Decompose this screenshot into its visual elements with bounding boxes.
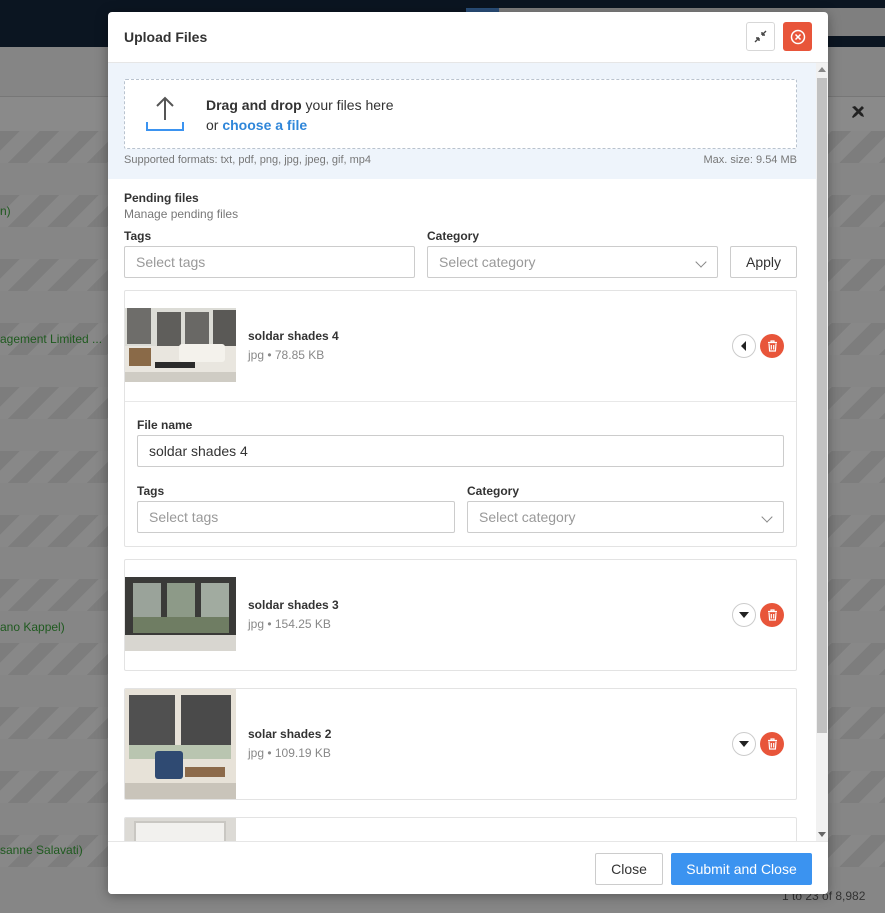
close-modal-button[interactable]	[783, 22, 812, 51]
modal-header: Upload Files	[108, 12, 828, 63]
file-meta: jpg • 109.19 KB	[248, 746, 331, 760]
file-name-label: File name	[137, 418, 193, 432]
background-link: n)	[0, 204, 11, 218]
trash-icon	[767, 340, 777, 352]
file-detail-panel: File name soldar shades 4 Tags Select ta…	[125, 401, 796, 546]
file-card: soldar shades 3 jpg • 154.25 KB	[124, 559, 797, 671]
apply-button[interactable]: Apply	[730, 246, 797, 278]
dropzone-choose-line: or choose a file	[206, 117, 308, 133]
upload-area: Drag and drop your files here or choose …	[108, 63, 816, 179]
scroll-down-arrow-icon[interactable]	[818, 832, 826, 837]
delete-file-button[interactable]	[760, 334, 784, 358]
file-category-label: Category	[467, 484, 520, 498]
trash-icon	[767, 738, 777, 750]
file-category-placeholder: Select category	[479, 509, 576, 525]
background-link: ano Kappel)	[0, 620, 65, 634]
chevron-down-icon	[695, 256, 707, 268]
bulk-tags-label: Tags	[124, 229, 152, 243]
pending-files-title: Pending files	[124, 191, 199, 205]
minimize-button[interactable]	[746, 22, 775, 51]
bulk-category-label: Category	[427, 229, 480, 243]
submit-and-close-button[interactable]: Submit and Close	[671, 853, 812, 885]
background-link: agement Limited ...	[0, 332, 103, 346]
pending-files-subtitle: Manage pending files	[124, 207, 239, 221]
file-card	[124, 817, 797, 841]
tools-icon	[850, 104, 866, 125]
file-name: solar shades 2	[248, 727, 332, 741]
file-category-select[interactable]: Select category	[467, 501, 784, 533]
delete-file-button[interactable]	[760, 732, 784, 756]
trash-icon	[767, 609, 777, 621]
bulk-category-select[interactable]: Select category	[427, 246, 718, 278]
file-name: soldar shades 4	[248, 329, 339, 343]
file-thumbnail	[125, 818, 236, 841]
file-name-input[interactable]: soldar shades 4	[137, 435, 784, 467]
file-name: soldar shades 3	[248, 598, 339, 612]
file-thumbnail	[125, 689, 236, 799]
file-tags-input[interactable]: Select tags	[137, 501, 455, 533]
expand-toggle-button[interactable]	[732, 732, 756, 756]
dropzone[interactable]: Drag and drop your files here or choose …	[124, 79, 797, 149]
file-thumbnail	[125, 577, 236, 651]
choose-file-link[interactable]: choose a file	[222, 117, 307, 133]
file-thumbnail	[125, 308, 236, 382]
file-meta: jpg • 78.85 KB	[248, 348, 325, 362]
file-card: solar shades 2 jpg • 109.19 KB	[124, 688, 797, 800]
delete-file-button[interactable]	[760, 603, 784, 627]
upload-files-modal: Upload Files Drag and drop your files he…	[108, 12, 828, 894]
scrollbar-thumb[interactable]	[817, 78, 827, 733]
caret-left-icon	[741, 341, 746, 351]
close-circle-icon	[790, 29, 805, 44]
close-button[interactable]: Close	[595, 853, 663, 885]
caret-down-icon	[739, 612, 749, 618]
collapse-toggle-button[interactable]	[732, 334, 756, 358]
bulk-category-placeholder: Select category	[439, 254, 536, 270]
expand-toggle-button[interactable]	[732, 603, 756, 627]
file-card: soldar shades 4 jpg • 78.85 KB File name…	[124, 290, 797, 547]
supported-formats: Supported formats: txt, pdf, png, jpg, j…	[124, 154, 372, 166]
chevron-down-icon	[761, 511, 773, 523]
dropzone-text: Drag and drop your files here	[206, 97, 394, 113]
bulk-tags-input[interactable]: Select tags	[124, 246, 415, 278]
modal-body: Drag and drop your files here or choose …	[108, 63, 828, 841]
modal-title: Upload Files	[124, 29, 208, 45]
upload-icon	[146, 96, 184, 131]
minimize-icon	[754, 30, 767, 43]
file-tags-label: Tags	[137, 484, 165, 498]
caret-down-icon	[739, 741, 749, 747]
modal-footer: Close Submit and Close	[108, 841, 828, 894]
modal-scrollbar[interactable]	[816, 63, 828, 841]
file-meta: jpg • 154.25 KB	[248, 617, 331, 631]
max-size: Max. size: 9.54 MB	[703, 154, 797, 166]
scroll-up-arrow-icon[interactable]	[818, 67, 826, 72]
background-link: sanne Salavati)	[0, 843, 83, 857]
